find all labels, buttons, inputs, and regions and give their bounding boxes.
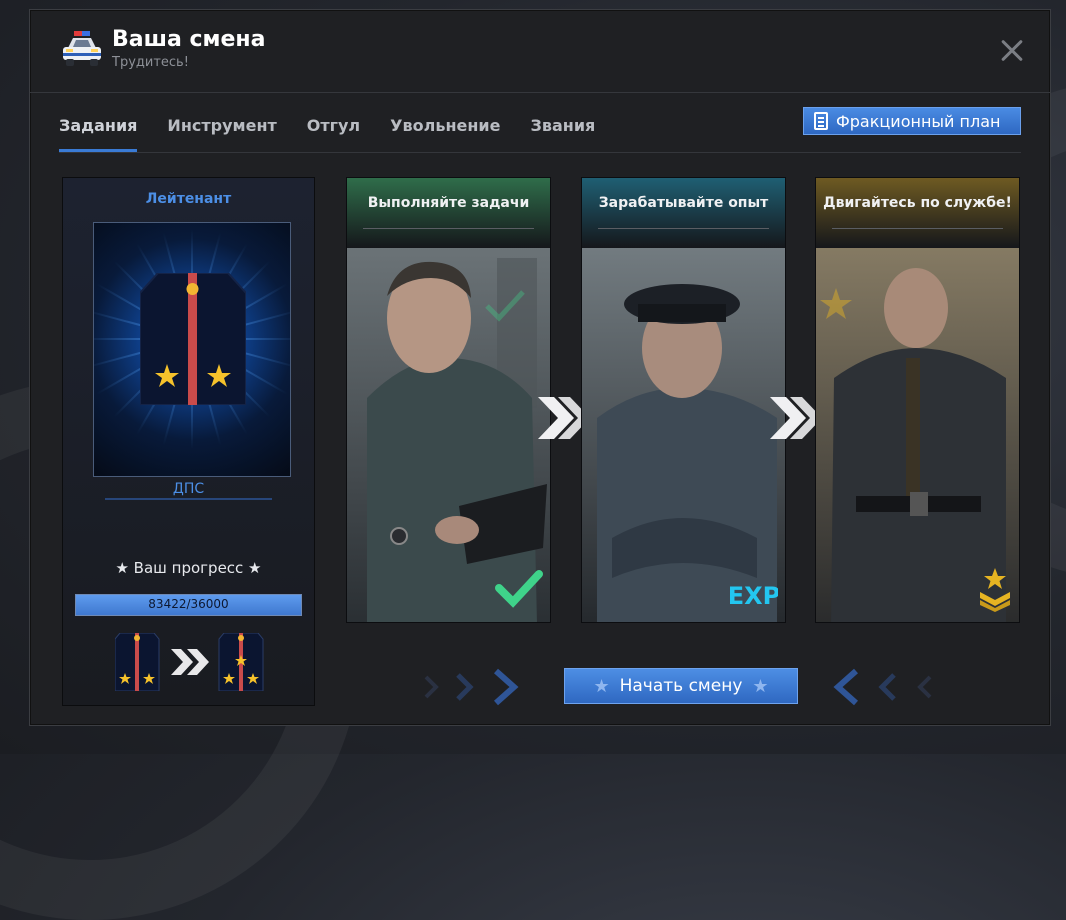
card-divider: [832, 228, 1003, 229]
current-rank-icon: [115, 633, 160, 691]
tab-tasks[interactable]: Задания: [59, 108, 138, 152]
star-icon: ★: [752, 675, 769, 697]
checklist-icon: [814, 112, 828, 130]
next-rank-preview: [115, 633, 264, 691]
officer-standing-illustration: [816, 248, 1019, 622]
tab-bar: Задания Инструмент Отгул Увольнение Зван…: [59, 108, 625, 152]
card-header: [582, 178, 785, 248]
tabs-divider: [59, 152, 1021, 153]
exp-icon: EXP: [730, 582, 778, 610]
officer-with-tablet-illustration: [347, 248, 550, 622]
double-chevron-icon: [171, 649, 209, 675]
dialog-subtitle: Трудитесь!: [112, 55, 189, 70]
card-divider: [363, 228, 534, 229]
progress-text: 83422/36000: [148, 597, 229, 611]
rank-insignia: [93, 222, 291, 477]
svg-text:EXP: EXP: [730, 582, 778, 610]
card-career-growth: Двигайтесь по службе!: [815, 177, 1020, 623]
faction-plan-label: Фракционный план: [836, 111, 1001, 131]
progress-bar: 83422/36000: [75, 594, 302, 616]
rank-name: Лейтенант: [145, 191, 232, 207]
next-rank-icon: [218, 633, 264, 691]
officer-in-cap-illustration: [582, 248, 785, 622]
tab-ranks[interactable]: Звания: [530, 108, 595, 152]
progress-label: ★ Ваш прогресс ★: [115, 559, 262, 577]
dialog-header: Ваша смена Трудитесь!: [30, 10, 1050, 93]
card-header: [347, 178, 550, 248]
shift-dialog: Ваша смена Трудитесь! Задания Инструмент…: [29, 9, 1051, 726]
star-icon: ★: [593, 675, 610, 697]
check-icon: [495, 570, 543, 608]
unit-label: ДПС: [172, 481, 205, 497]
right-decor-chevrons: [833, 668, 932, 706]
rank-chevron-icon: [980, 568, 1010, 612]
tab-tools[interactable]: Инструмент: [167, 108, 276, 152]
double-chevron-icon: [770, 397, 822, 439]
shoulder-board-icon: [140, 273, 246, 405]
left-decor-chevrons: [424, 668, 519, 706]
rank-panel: Лейтенант ДПС ★ Ваш прогресс ★ 83422/360…: [62, 177, 315, 706]
card-header: [816, 178, 1019, 248]
close-icon[interactable]: [1000, 38, 1024, 62]
faction-plan-button[interactable]: Фракционный план: [803, 107, 1021, 135]
tab-day-off[interactable]: Отгул: [307, 108, 360, 152]
card-earn-experience: Зарабатывайте опыт EXP: [581, 177, 786, 623]
start-shift-button[interactable]: ★ Начать смену ★: [564, 668, 798, 704]
start-shift-label: Начать смену: [619, 676, 743, 696]
police-car-icon: [63, 31, 101, 66]
card-complete-tasks: Выполняйте задачи: [346, 177, 551, 623]
dialog-title: Ваша смена: [112, 27, 266, 52]
card-title: Выполняйте задачи: [367, 195, 530, 211]
card-divider: [598, 228, 769, 229]
card-title: Двигайтесь по службе!: [823, 195, 1012, 211]
card-title: Зарабатывайте опыт: [598, 195, 769, 211]
tab-dismissal[interactable]: Увольнение: [390, 108, 500, 152]
